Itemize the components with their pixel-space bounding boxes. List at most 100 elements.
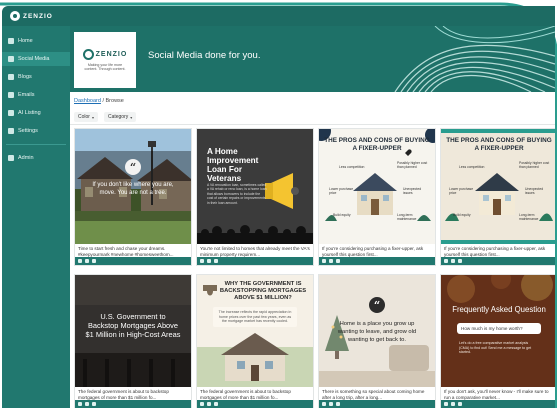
post-card[interactable]: “ Home is a place you grow up wanting to… [318, 274, 436, 408]
chevron-down-icon: ▾ [91, 114, 94, 120]
sidebar-item-home[interactable]: Home [2, 34, 70, 48]
copy-icon[interactable] [451, 259, 455, 263]
post-actions [197, 257, 313, 265]
copy-icon[interactable] [329, 259, 333, 263]
post-card[interactable]: WHY THE GOVERNMENT IS BACKSTOPPING MORTG… [196, 274, 314, 408]
post-note: Lower purchase price [449, 187, 474, 195]
post-actions [319, 257, 435, 265]
divider [70, 124, 555, 125]
post-caption: You're not limited to homes that already… [200, 246, 310, 257]
share-icon[interactable] [458, 402, 462, 406]
sidebar-item-social-media[interactable]: Social Media [2, 52, 70, 66]
share-icon[interactable] [458, 259, 462, 263]
post-actions [197, 400, 313, 408]
post-note: Less competition [459, 165, 485, 169]
download-icon[interactable] [322, 402, 326, 406]
share-icon[interactable] [336, 402, 340, 406]
post-note: Long-term maintenance [397, 213, 417, 221]
post-card[interactable]: U.S. Government to Backstop Mortgages Ab… [74, 274, 192, 408]
quote-icon: “ [369, 297, 385, 313]
download-icon[interactable] [200, 259, 204, 263]
share-icon [8, 56, 14, 62]
copy-icon[interactable] [451, 402, 455, 406]
download-icon[interactable] [78, 402, 82, 406]
post-heading: Frequently Asked Question [452, 305, 546, 314]
banner-title: Social Media done for you. [148, 50, 261, 61]
brand-tagline: Making your life more content. Through c… [84, 62, 126, 71]
post-note: Build equity [333, 213, 351, 217]
sidebar-item-label: Blogs [18, 74, 32, 80]
post-heading: U.S. Government to Backstop Mortgages Ab… [85, 312, 181, 339]
document-icon [8, 74, 14, 80]
color-filter-dropdown[interactable]: Color ▾ [74, 112, 98, 122]
copy-icon[interactable] [207, 402, 211, 406]
sidebar-item-settings[interactable]: Settings [2, 124, 70, 138]
post-question: How much is my home worth? [457, 323, 541, 334]
gear-icon [8, 128, 14, 134]
mail-icon [8, 92, 14, 98]
share-icon[interactable] [214, 259, 218, 263]
post-caption: Time to start fresh and chase your dream… [78, 246, 174, 257]
post-image: WHY THE GOVERNMENT IS BACKSTOPPING MORTG… [197, 275, 313, 387]
post-body: The increase reflects the rapid apprecia… [213, 307, 297, 328]
sidebar-item-label: Settings [18, 128, 38, 134]
post-note: Build equity [453, 213, 471, 217]
sidebar-item-label: Admin [18, 155, 34, 161]
category-filter-dropdown[interactable]: Category ▾ [103, 112, 137, 122]
post-image: A Home Improvement Loan For Veterans A V… [197, 129, 313, 244]
share-icon[interactable] [336, 259, 340, 263]
post-body: Let's do a free comparative market analy… [459, 341, 532, 355]
sidebar-item-blogs[interactable]: Blogs [2, 70, 70, 84]
share-icon[interactable] [214, 402, 218, 406]
copy-icon[interactable] [85, 402, 89, 406]
post-caption: If you're considering purchasing a fixer… [322, 246, 424, 257]
share-icon[interactable] [92, 402, 96, 406]
post-actions [441, 257, 555, 265]
quote-icon: “ [125, 159, 141, 175]
download-icon[interactable] [78, 259, 82, 263]
post-note: Unexpected issues [403, 187, 422, 195]
post-caption: The federal government is about to backs… [200, 389, 291, 400]
sidebar-divider [6, 144, 66, 145]
post-caption: If you're considering purchasing a fixer… [444, 246, 546, 257]
share-icon[interactable] [92, 259, 96, 263]
download-icon[interactable] [444, 259, 448, 263]
breadcrumb-dashboard-link[interactable]: Dashboard [74, 98, 101, 104]
post-note: Lower purchase price [329, 187, 354, 195]
post-image: “ If you don't like where you are, move.… [75, 129, 191, 244]
post-note: Unexpected issues [525, 187, 544, 195]
download-icon[interactable] [444, 402, 448, 406]
post-actions [319, 400, 435, 408]
hero-banner: ZENZIO Making your life more content. Th… [70, 26, 555, 92]
post-card[interactable]: A Home Improvement Loan For Veterans A V… [196, 128, 314, 266]
post-caption: The federal government is about to backs… [78, 389, 169, 400]
download-icon[interactable] [322, 259, 326, 263]
post-caption: If you don't ask, you'll never know - I'… [444, 389, 549, 400]
post-body: A VA renovation loan, sometimes called a… [207, 183, 267, 205]
copy-icon[interactable] [329, 402, 333, 406]
main-content: ZENZIO Making your life more content. Th… [70, 26, 555, 408]
post-note: Possibly higher cost than planned [519, 161, 550, 169]
app-logo[interactable]: ZENZIO [10, 11, 53, 21]
chevron-down-icon: ▾ [130, 114, 133, 120]
post-card[interactable]: Frequently Asked Question How much is my… [440, 274, 555, 408]
post-actions [441, 400, 555, 408]
post-card[interactable]: THE PROS AND CONS OF BUYING A FIXER-UPPE… [440, 128, 555, 266]
post-actions [75, 257, 191, 265]
sidebar-item-admin[interactable]: Admin [2, 151, 70, 165]
post-image: THE PROS AND CONS OF BUYING A FIXER-UPPE… [319, 129, 435, 244]
post-card[interactable]: THE PROS AND CONS OF BUYING A FIXER-UPPE… [318, 128, 436, 266]
sidebar-item-ai-listing[interactable]: AI Listing [2, 106, 70, 120]
post-note: Possibly higher cost than planned [397, 161, 428, 169]
download-icon[interactable] [200, 402, 204, 406]
post-card[interactable]: “ If you don't like where you are, move.… [74, 128, 192, 266]
copy-icon[interactable] [207, 259, 211, 263]
post-quote: Home is a place you grow up wanting to l… [337, 321, 417, 343]
copy-icon[interactable] [85, 259, 89, 263]
post-heading: A Home Improvement Loan For Veterans [207, 147, 259, 184]
sidebar-item-label: Home [18, 38, 33, 44]
breadcrumb-current: Browse [105, 98, 124, 104]
post-caption: There is something so special about comi… [322, 389, 425, 400]
post-quote: If you don't like where you are, move. Y… [92, 182, 174, 197]
sidebar-item-emails[interactable]: Emails [2, 88, 70, 102]
